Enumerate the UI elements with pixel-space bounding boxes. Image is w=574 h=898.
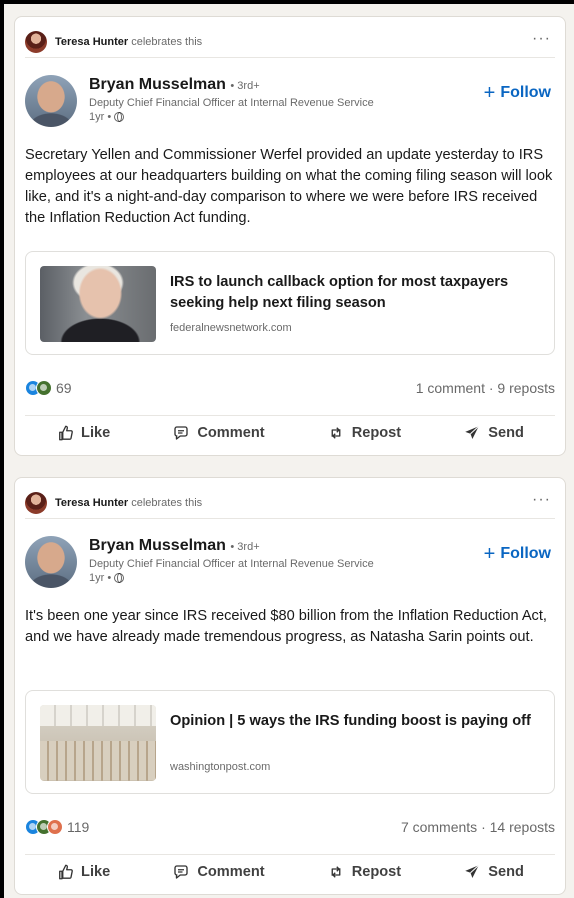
actor-avatar[interactable] bbox=[25, 31, 47, 53]
reactions[interactable] bbox=[25, 819, 63, 835]
action-bar: Like Comment Repost Send bbox=[25, 415, 555, 450]
follow-button[interactable]: + Follow bbox=[484, 83, 551, 103]
author-info: Bryan Musselman • 3rd+ Deputy Chief Fina… bbox=[89, 536, 374, 585]
social-counts: 69 1 comment · 9 reposts bbox=[25, 377, 555, 399]
feed-post: Teresa Hunter celebrates this ··· Bryan … bbox=[14, 16, 566, 456]
send-label: Send bbox=[488, 864, 524, 880]
comment-button[interactable]: Comment bbox=[164, 418, 272, 448]
send-icon bbox=[465, 864, 480, 878]
repost-button[interactable]: Repost bbox=[319, 857, 409, 887]
love-icon bbox=[47, 819, 63, 835]
comment-button[interactable]: Comment bbox=[164, 857, 272, 887]
actor-name[interactable]: Teresa Hunter bbox=[55, 36, 128, 48]
repost-button[interactable]: Repost bbox=[319, 418, 409, 448]
action-bar: Like Comment Repost Send bbox=[25, 854, 555, 889]
activity-header: Teresa Hunter celebrates this ··· bbox=[25, 488, 555, 519]
post-text: Secretary Yellen and Commissioner Werfel… bbox=[25, 147, 553, 226]
author-headline: Deputy Chief Financial Officer at Intern… bbox=[89, 97, 374, 109]
actor-name[interactable]: Teresa Hunter bbox=[55, 497, 128, 509]
post-time: 1yr • bbox=[89, 571, 374, 585]
repost-label: Repost bbox=[351, 864, 402, 880]
support-icon bbox=[36, 380, 52, 396]
comments-reposts-count[interactable]: 7 comments · 14 reposts bbox=[401, 819, 555, 835]
reaction-count[interactable]: 69 bbox=[56, 380, 72, 396]
like-button[interactable]: Like bbox=[48, 857, 118, 887]
article-title[interactable]: Opinion | 5 ways the IRS funding boost i… bbox=[170, 711, 540, 732]
send-button[interactable]: Send bbox=[455, 418, 532, 448]
activity-text: Teresa Hunter celebrates this bbox=[55, 36, 202, 48]
post-time: 1yr • bbox=[89, 110, 374, 124]
thumbs-up-icon bbox=[59, 864, 73, 880]
reaction-count[interactable]: 119 bbox=[67, 819, 89, 835]
author-headline: Deputy Chief Financial Officer at Intern… bbox=[89, 558, 374, 570]
author-info: Bryan Musselman • 3rd+ Deputy Chief Fina… bbox=[89, 75, 374, 124]
repost-icon bbox=[331, 427, 341, 439]
author-avatar[interactable] bbox=[25, 75, 77, 127]
article-link-card[interactable]: IRS to launch callback option for most t… bbox=[25, 251, 555, 355]
post-author: Bryan Musselman • 3rd+ Deputy Chief Fina… bbox=[25, 536, 555, 596]
author-name-row: Bryan Musselman • 3rd+ bbox=[89, 536, 374, 557]
article-title[interactable]: IRS to launch callback option for most t… bbox=[170, 272, 540, 314]
follow-label: Follow bbox=[500, 545, 551, 562]
send-icon bbox=[465, 425, 480, 439]
repost-label: Repost bbox=[351, 425, 402, 441]
article-source: federalnewsnetwork.com bbox=[170, 322, 292, 334]
like-label: Like bbox=[81, 864, 111, 880]
plus-icon: + bbox=[483, 543, 496, 565]
connection-degree: • 3rd+ bbox=[230, 80, 260, 92]
author-name[interactable]: Bryan Musselman bbox=[89, 537, 226, 554]
thumbs-up-icon bbox=[59, 425, 73, 441]
plus-icon: + bbox=[483, 82, 496, 104]
globe-icon bbox=[114, 112, 125, 122]
follow-button[interactable]: + Follow bbox=[484, 544, 551, 564]
reactions[interactable] bbox=[25, 380, 52, 396]
send-label: Send bbox=[488, 425, 524, 441]
author-name-row: Bryan Musselman • 3rd+ bbox=[89, 75, 374, 96]
comment-icon bbox=[174, 426, 188, 440]
post-text: It's been one year since IRS received $8… bbox=[25, 608, 547, 645]
post-author: Bryan Musselman • 3rd+ Deputy Chief Fina… bbox=[25, 75, 555, 135]
comments-reposts-count[interactable]: 1 comment · 9 reposts bbox=[416, 380, 555, 396]
actor-avatar[interactable] bbox=[25, 492, 47, 514]
comment-label: Comment bbox=[197, 425, 265, 441]
send-button[interactable]: Send bbox=[455, 857, 532, 887]
post-time-label: 1yr • bbox=[89, 572, 112, 584]
post-time-label: 1yr • bbox=[89, 111, 112, 123]
globe-icon bbox=[114, 573, 125, 583]
more-options-icon[interactable]: ··· bbox=[528, 31, 555, 53]
activity-header: Teresa Hunter celebrates this ··· bbox=[25, 27, 555, 58]
activity-action: celebrates this bbox=[131, 497, 203, 509]
activity-action: celebrates this bbox=[131, 36, 203, 48]
social-counts: 119 7 comments · 14 reposts bbox=[25, 816, 555, 838]
feed-post: Teresa Hunter celebrates this ··· Bryan … bbox=[14, 477, 566, 895]
article-source: washingtonpost.com bbox=[170, 761, 271, 773]
article-thumbnail[interactable] bbox=[40, 266, 156, 342]
article-thumbnail[interactable] bbox=[40, 705, 156, 781]
author-avatar[interactable] bbox=[25, 536, 77, 588]
follow-label: Follow bbox=[500, 84, 551, 101]
like-button[interactable]: Like bbox=[48, 418, 118, 448]
comment-label: Comment bbox=[197, 864, 265, 880]
connection-degree: • 3rd+ bbox=[230, 541, 260, 553]
repost-icon bbox=[331, 866, 341, 878]
more-options-icon[interactable]: ··· bbox=[528, 492, 555, 514]
activity-text: Teresa Hunter celebrates this bbox=[55, 497, 202, 509]
article-link-card[interactable]: Opinion | 5 ways the IRS funding boost i… bbox=[25, 690, 555, 794]
like-label: Like bbox=[81, 425, 111, 441]
feed: Teresa Hunter celebrates this ··· Bryan … bbox=[4, 4, 574, 898]
comment-icon bbox=[174, 865, 188, 879]
author-name[interactable]: Bryan Musselman bbox=[89, 76, 226, 93]
